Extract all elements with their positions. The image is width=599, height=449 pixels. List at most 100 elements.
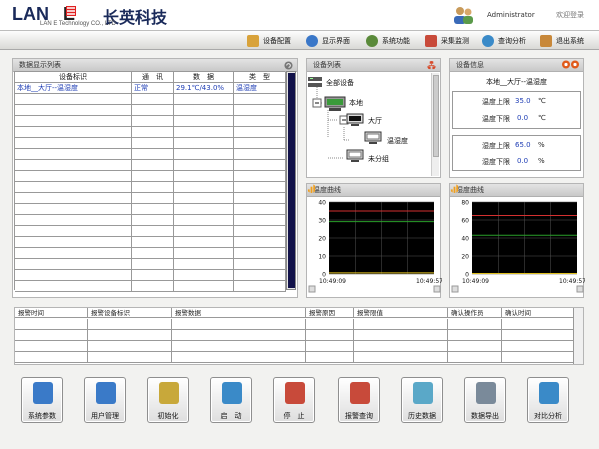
- alarm-cell: [172, 330, 306, 341]
- device-config-icon: [247, 34, 259, 47]
- hum-upper-label: 湿度上限: [482, 142, 510, 150]
- data-table-scrollbar[interactable]: [286, 71, 296, 290]
- table-row: [15, 215, 286, 226]
- button-user[interactable]: 用户管理: [84, 377, 126, 423]
- humidity-chart-panel: 湿度曲线 80 60 40 20 0 10:49:09 10:49:57: [449, 183, 585, 298]
- nav-device-config[interactable]: 设备配置: [247, 33, 291, 48]
- table-cell: [234, 193, 286, 204]
- hum-lower-unit: %: [538, 157, 545, 165]
- temperature-chart: 40302010010:49:09 10:49:57: [308, 200, 442, 293]
- scroll-left-button[interactable]: [451, 285, 459, 293]
- button-alarm-query[interactable]: 报警查询: [338, 377, 380, 423]
- temp-upper-value: 35.0: [515, 97, 531, 105]
- scroll-right-button[interactable]: [433, 285, 441, 293]
- table-cell: [174, 193, 234, 204]
- table-cell: [132, 105, 174, 116]
- table-cell: [234, 160, 286, 171]
- humidity-chart: 80604020010:49:09 10:49:57: [451, 200, 585, 293]
- table-cell: 29.1℃/43.0%: [174, 83, 234, 94]
- refresh-icon[interactable]: [284, 61, 293, 70]
- local-icon: [324, 96, 346, 111]
- button-label: 历史数据: [408, 412, 436, 420]
- alarm-column-header: 报警数据: [172, 308, 306, 318]
- table-row: [15, 171, 286, 182]
- table-cell: [234, 215, 286, 226]
- table-cell: [132, 182, 174, 193]
- tree-item-ungrouped[interactable]: 未分组: [368, 154, 389, 164]
- button-history[interactable]: 历史数据: [401, 377, 443, 423]
- compare-icon: [539, 382, 559, 404]
- alarm-cell: [15, 341, 88, 352]
- button-label: 报警查询: [345, 412, 373, 420]
- nav-exit[interactable]: 退出系统: [540, 33, 584, 48]
- table-cell: [174, 149, 234, 160]
- table-row: [15, 204, 286, 215]
- tree-item-hall[interactable]: 大厅: [368, 116, 382, 126]
- table-header-row: 设备标识通 讯数 据类 型: [15, 72, 286, 83]
- table-cell: [132, 94, 174, 105]
- scroll-left-button[interactable]: [308, 285, 316, 293]
- table-row: [15, 105, 286, 116]
- tree-item-local[interactable]: 本地: [349, 98, 363, 108]
- button-label: 用户管理: [91, 412, 119, 420]
- table-cell: [15, 248, 132, 259]
- nav-query[interactable]: 查询分析: [482, 33, 526, 48]
- table-cell: [132, 138, 174, 149]
- tree-item-all-devices[interactable]: 全部设备: [326, 78, 354, 88]
- device-list-title: 设备列表: [307, 59, 440, 72]
- button-stop[interactable]: 停 止: [273, 377, 315, 423]
- alarm-column-header: 确认操作员: [448, 308, 502, 318]
- alarm-cell: [172, 341, 306, 352]
- button-export[interactable]: 数据导出: [464, 377, 506, 423]
- button-start[interactable]: 启 动: [210, 377, 252, 423]
- sensor-icon: [364, 131, 382, 144]
- table-cell: [234, 259, 286, 270]
- y-tick-label: 80: [461, 200, 469, 207]
- button-tools[interactable]: 系统参数: [21, 377, 63, 423]
- alarm-cell: [502, 341, 582, 352]
- table-row[interactable]: 本地__大厅--温湿度 正常 29.1℃/43.0% 温湿度: [15, 83, 286, 94]
- nav-system[interactable]: 系统功能: [366, 33, 410, 48]
- tree-scrollbar[interactable]: [431, 73, 439, 176]
- table-cell: 温湿度: [234, 83, 286, 94]
- welcome-text: 欢迎登录: [556, 11, 584, 19]
- alarm-cell: [502, 352, 582, 363]
- warning-icon: [159, 382, 179, 404]
- button-warning[interactable]: 初始化: [147, 377, 189, 423]
- nav-monitor[interactable]: 采集监测: [425, 33, 469, 48]
- table-cell: [132, 270, 174, 281]
- table-cell: [132, 248, 174, 259]
- alarm-cell: [448, 330, 502, 341]
- table-cell: [15, 204, 132, 215]
- table-cell: [174, 204, 234, 215]
- table-row: [15, 94, 286, 105]
- table-cell: [174, 215, 234, 226]
- y-tick-label: 20: [318, 236, 326, 243]
- table-cell: [234, 138, 286, 149]
- alarm-cell: [354, 341, 448, 352]
- network-icon: [427, 61, 436, 70]
- nav-display[interactable]: 显示界面: [306, 33, 350, 48]
- button-compare[interactable]: 对比分析: [527, 377, 569, 423]
- table-row: [15, 248, 286, 259]
- scroll-right-button[interactable]: [576, 285, 584, 293]
- query-icon: [482, 34, 494, 47]
- table-cell: [15, 94, 132, 105]
- tree-item-sensor[interactable]: 温湿度: [387, 136, 408, 146]
- table-cell: [234, 226, 286, 237]
- alarm-scrollbar[interactable]: [573, 308, 583, 364]
- settings-icon[interactable]: [561, 59, 581, 70]
- table-cell: [15, 259, 132, 270]
- table-row: [15, 270, 286, 281]
- temp-lower-value: 0.0: [517, 114, 529, 122]
- scrollbar-thumb[interactable]: [288, 73, 295, 288]
- tree-scrollbar-thumb[interactable]: [433, 75, 439, 157]
- table-cell: [132, 171, 174, 182]
- table-row: [15, 116, 286, 127]
- temp-lower-unit: ℃: [538, 114, 546, 122]
- ungrouped-icon: [346, 149, 364, 162]
- alarm-cell: [88, 341, 172, 352]
- table-row: [15, 160, 286, 171]
- alarm-cell: [306, 330, 354, 341]
- alarm-column-header: 确认时间: [502, 308, 582, 318]
